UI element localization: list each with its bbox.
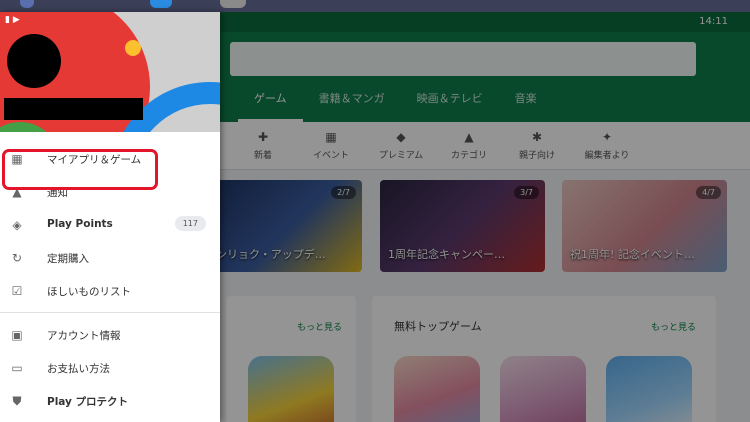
menu-item-wishlist[interactable]: ☑ ほしいものリスト: [0, 274, 220, 307]
shield-icon: ⛊: [12, 394, 22, 408]
points-badge: 117: [174, 216, 206, 231]
menu-label: Play Points: [47, 218, 113, 230]
menu-label: ほしいものリスト: [47, 286, 131, 298]
os-icon[interactable]: [150, 0, 172, 8]
menu-label: Play プロテクト: [47, 396, 129, 408]
divider: [0, 312, 220, 313]
refresh-icon: ↻: [11, 251, 23, 265]
menu-item-play-protect[interactable]: ⛊ Play プロテクト: [0, 384, 220, 417]
drawer-account-header: ▮ ▶: [0, 12, 220, 132]
menu-label: お支払い方法: [47, 363, 110, 375]
account-name-redacted[interactable]: [4, 98, 143, 120]
os-icon[interactable]: [220, 0, 246, 8]
menu-item-payment-methods[interactable]: ▭ お支払い方法: [0, 351, 220, 384]
account-icon: ▣: [11, 328, 23, 342]
avatar[interactable]: [7, 34, 61, 88]
menu-label: アカウント情報: [47, 330, 121, 342]
status-icons: ▮ ▶: [5, 15, 20, 25]
os-icon[interactable]: [20, 0, 34, 8]
menu-item-subscriptions[interactable]: ↻ 定期購入: [0, 241, 220, 274]
menu-item-account[interactable]: ▣ アカウント情報: [0, 318, 220, 351]
menu-item-play-points[interactable]: ◈ Play Points 117: [0, 208, 220, 241]
play-points-icon: ◈: [12, 218, 22, 232]
drawer-scrim[interactable]: [220, 12, 750, 422]
menu-label: 定期購入: [47, 253, 89, 265]
navigation-drawer: ▮ ▶ ▦ マイアプリ＆ゲーム ▲ 通知 ◈ Play Points 117 ↻…: [0, 12, 220, 422]
wishlist-icon: ☑: [11, 284, 23, 298]
os-taskbar: [0, 0, 750, 12]
screen: 14:11 ゲーム 書籍＆マンガ 映画＆テレビ 音楽 ✚ 新着 ▦ イベント ◆…: [0, 0, 750, 422]
highlight-annotation: [2, 149, 158, 190]
credit-card-icon: ▭: [11, 361, 23, 375]
